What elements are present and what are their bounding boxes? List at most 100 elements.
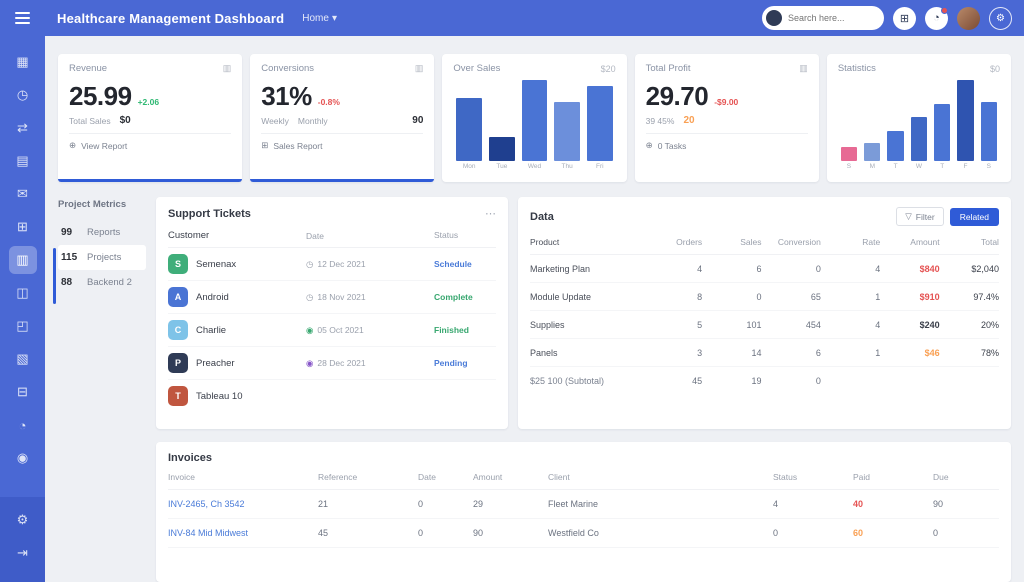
widgets-icon: ◰ <box>16 318 28 334</box>
chart-bar <box>981 102 997 161</box>
customer-avatar: S <box>168 254 188 274</box>
chart-bar-label: Tue <box>489 163 515 172</box>
sidebar-item-archive[interactable]: ⊟ <box>9 378 37 406</box>
stat-label: Revenue <box>69 63 107 74</box>
ticket-date: 28 Dec 2021 <box>317 358 365 368</box>
stat-meta: $0 <box>990 64 1000 74</box>
clock-icon: ◷ <box>306 259 313 270</box>
sidebar-item-schedule[interactable]: ◷ <box>9 81 37 109</box>
metric-label: Projects <box>87 252 121 263</box>
apps-icon: ⊞ <box>17 219 28 235</box>
sidebar-item-dashboard[interactable]: ▦ <box>9 48 37 76</box>
more-icon[interactable]: ⋯ <box>485 207 496 220</box>
ticket-status-link[interactable]: Pending <box>434 358 496 368</box>
ticket-status-link[interactable]: Complete <box>434 292 496 302</box>
ticket-status-link[interactable]: Schedule <box>434 259 496 269</box>
clock-icon: ◷ <box>306 292 313 303</box>
invoice-link[interactable]: INV-84 Mid Midwest <box>168 528 318 538</box>
tables-icon: ▥ <box>16 252 28 268</box>
stat-sub-value: 90 <box>412 115 423 126</box>
search-box[interactable] <box>762 6 884 30</box>
stat-label: Conversions <box>261 63 314 74</box>
settings-icon: ⚙ <box>17 512 29 528</box>
stat-sub-label: 39 45% <box>646 116 675 126</box>
subtotal-label: $25 100 (Subtotal) <box>530 376 643 386</box>
user-avatar[interactable] <box>957 7 980 30</box>
col-date: Date <box>306 230 434 241</box>
sidebar-item-apps[interactable]: ⊞ <box>9 213 37 241</box>
settings-button[interactable]: ⚙ <box>989 7 1012 30</box>
sidebar-item-users[interactable]: ◉ <box>9 444 37 472</box>
sidebar-item-settings[interactable]: ⚙ <box>9 506 37 534</box>
sidebar-item-charts[interactable]: ▧ <box>9 345 37 373</box>
chart-bar-label: Thu <box>554 163 580 172</box>
customer-avatar: P <box>168 353 188 373</box>
col-orders: Orders <box>643 237 702 247</box>
chart-bar-column: F <box>957 80 973 172</box>
filter-button[interactable]: ▽Filter <box>896 207 943 226</box>
related-button[interactable]: Related <box>950 208 999 226</box>
sidebar-item-messages[interactable]: ✉ <box>9 180 37 208</box>
chart-bar <box>957 80 973 161</box>
card-footer-link[interactable]: ⊞ Sales Report <box>261 133 423 151</box>
over-sales-bar-chart: MonTueWedThuFri <box>453 80 615 172</box>
sidebar-item-widgets[interactable]: ◰ <box>9 312 37 340</box>
ticket-status-link[interactable]: Finished <box>434 325 496 335</box>
sidebar-item-logout[interactable]: ⇥ <box>9 539 37 567</box>
metric-item-backend[interactable]: 88 Backend 2 <box>58 270 146 295</box>
stat-sub-value: $0 <box>120 115 131 126</box>
support-tickets-title: Support Tickets <box>168 208 251 220</box>
product-name: Panels <box>530 348 643 358</box>
metric-item-reports[interactable]: 99 Reports <box>58 220 146 245</box>
card-menu-icon[interactable]: ▥ <box>223 63 232 74</box>
chart-bar <box>887 131 903 161</box>
col-date: Date <box>418 472 473 482</box>
col-reference: Reference <box>318 472 418 482</box>
ticket-date: 18 Nov 2021 <box>317 292 365 302</box>
notifications-button[interactable]: ◔ <box>925 7 948 30</box>
ticket-row: TTableau 10 <box>168 380 496 412</box>
apps-button[interactable]: ⊞ <box>893 7 916 30</box>
search-input[interactable] <box>788 13 876 23</box>
product-name: Supplies <box>530 320 643 330</box>
amount-cell: $46 <box>880 348 939 358</box>
chart-bar <box>554 102 580 161</box>
sidebar-item-layouts[interactable]: ◫ <box>9 279 37 307</box>
col-invoice: Invoice <box>168 472 318 482</box>
card-menu-icon[interactable]: ▥ <box>799 63 808 74</box>
stat-label: Over Sales <box>453 63 500 74</box>
customer-name: Preacher <box>196 358 235 369</box>
stat-card-statistics: Statistics $0 SMTWTFS <box>827 54 1011 182</box>
col-customer: Customer <box>168 230 306 241</box>
card-footer-link[interactable]: ⊕ 0 Tasks <box>646 133 808 151</box>
customer-avatar: T <box>168 386 188 406</box>
card-footer-link[interactable]: ⊕ View Report <box>69 133 231 151</box>
filter-label: Filter <box>916 212 935 222</box>
invoice-row: INV-84 Mid Midwest 45 0 90 Westfield Co … <box>168 519 999 548</box>
sidebar-item-transfers[interactable]: ⇄ <box>9 114 37 142</box>
invoices-panel: Invoices Invoice Reference Date Amount C… <box>156 442 1011 582</box>
sidebar-item-analytics[interactable]: ◔ <box>9 411 37 439</box>
chart-bar-label: S <box>981 163 997 172</box>
sidebar-item-tables[interactable]: ▥ <box>9 246 37 274</box>
notification-badge <box>941 7 948 14</box>
amount-cell: $240 <box>880 320 939 330</box>
invoice-link[interactable]: INV-2465, Ch 3542 <box>168 499 318 509</box>
sidebar-item-reports[interactable]: ▤ <box>9 147 37 175</box>
nav-home[interactable]: Home ▾ <box>302 13 337 24</box>
chart-bar-label: W <box>911 163 927 172</box>
chart-bar <box>934 104 950 162</box>
hamburger-menu-icon[interactable] <box>0 0 45 36</box>
chart-bar-column: Wed <box>522 80 548 172</box>
grid-icon: ⊞ <box>261 140 268 151</box>
ticket-row: CCharlie ◉05 Oct 2021 Finished <box>168 314 496 347</box>
nav-home-label: Home <box>302 13 329 24</box>
col-rate: Rate <box>821 237 880 247</box>
project-metrics: Project Metrics 99 Reports 115 Projects … <box>58 197 146 295</box>
customer-name: Charlie <box>196 325 226 336</box>
col-amount: Amount <box>880 237 939 247</box>
chart-bar-label: Fri <box>587 163 613 172</box>
metric-item-projects[interactable]: 115 Projects <box>58 245 146 270</box>
chart-bar <box>456 98 482 161</box>
card-menu-icon[interactable]: ▥ <box>415 63 424 74</box>
